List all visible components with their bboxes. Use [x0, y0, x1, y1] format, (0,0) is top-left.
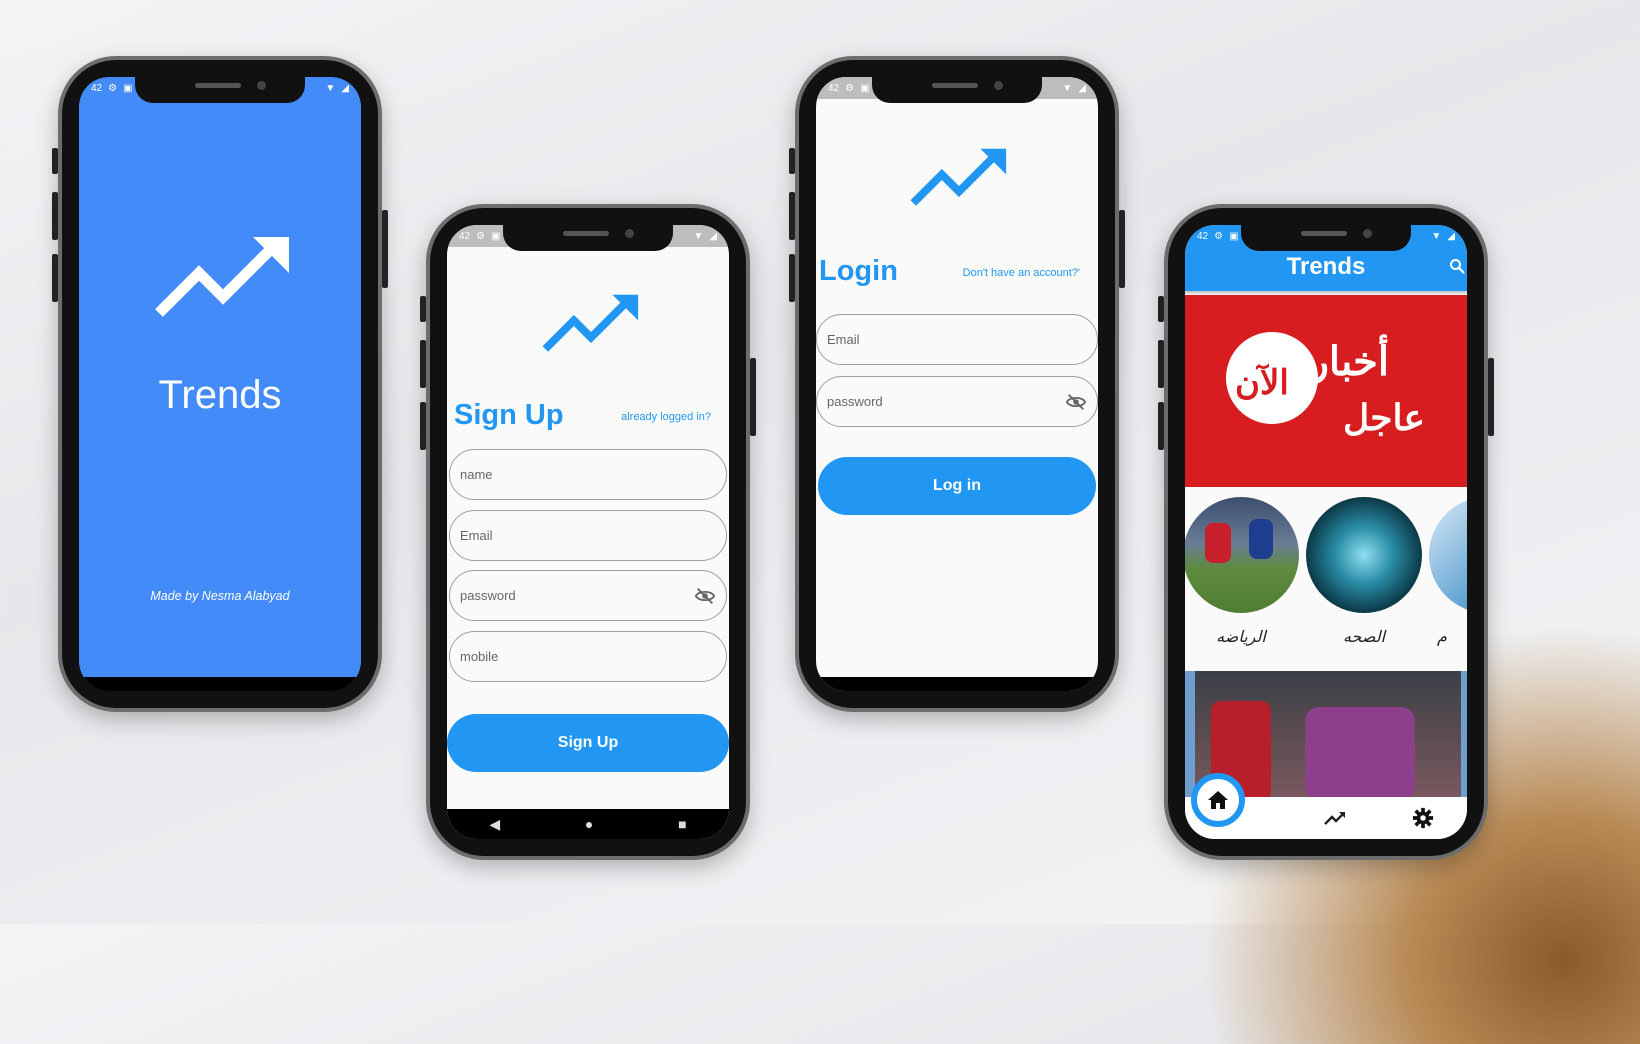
- notch: [503, 225, 673, 251]
- breaking-news-banner[interactable]: الآن أخبار عاجل: [1185, 295, 1467, 487]
- email-field[interactable]: Email: [449, 510, 727, 561]
- wifi-icon: ▼: [693, 230, 704, 242]
- settings-icon[interactable]: [1412, 807, 1434, 829]
- splash-title: Trends: [158, 373, 282, 417]
- recents-icon[interactable]: ■: [678, 816, 686, 832]
- wifi-icon: ▼: [1431, 230, 1442, 242]
- splash-screen: 42 ⚙ ▣ ▼ ◢ Trends Made by Nesma Alabyad: [79, 77, 361, 691]
- settings-icon: ⚙: [476, 230, 486, 242]
- notch: [135, 77, 305, 103]
- home-circle-icon[interactable]: ●: [585, 816, 593, 832]
- image-icon: ▣: [1229, 230, 1239, 242]
- category-label: الصحه: [1342, 629, 1386, 646]
- search-icon[interactable]: [1449, 258, 1465, 274]
- notch: [872, 77, 1042, 103]
- category-image: [1429, 497, 1467, 613]
- trend-arrow-icon: [155, 237, 289, 317]
- login-title: Login: [819, 255, 898, 287]
- category-more[interactable]: م: [1429, 497, 1467, 647]
- already-logged-in-link[interactable]: already logged in?: [621, 411, 711, 423]
- password-placeholder: password: [827, 394, 883, 409]
- trend-arrow-icon: [542, 294, 639, 352]
- banner-now-text: الآن: [1235, 364, 1289, 402]
- login-screen: 42 ⚙ ▣ ▼ ◢ Login Don't have an account?' Em…: [816, 77, 1098, 691]
- email-placeholder: Email: [460, 528, 493, 543]
- category-label: الرياضه: [1216, 629, 1266, 646]
- category-sports[interactable]: الرياضه: [1185, 497, 1299, 647]
- mobile-placeholder: mobile: [460, 649, 499, 664]
- signup-title: Sign Up: [454, 399, 564, 431]
- banner-news-text: أخبار: [1309, 340, 1389, 384]
- phone-splash: 42 ⚙ ▣ ▼ ◢ Trends Made by Nesma Alabyad: [52, 56, 388, 712]
- home-nav-button[interactable]: [1191, 773, 1245, 827]
- dont-have-account-link[interactable]: Don't have an account?': [963, 267, 1080, 279]
- trend-arrow-icon: [910, 148, 1007, 206]
- name-placeholder: name: [460, 467, 493, 482]
- banner-urgent-text: عاجل: [1343, 397, 1425, 438]
- health-image: [1306, 497, 1422, 613]
- system-nav-bar: [816, 677, 1098, 691]
- category-label: م: [1437, 629, 1447, 646]
- status-time: 42: [91, 82, 103, 94]
- mobile-field[interactable]: mobile: [449, 631, 727, 682]
- password-field[interactable]: password: [816, 376, 1098, 427]
- password-placeholder: password: [460, 588, 516, 603]
- home-icon: [1208, 791, 1228, 809]
- trending-icon[interactable]: [1323, 810, 1347, 826]
- signup-screen: 42 ⚙ ▣ ▼ ◢ Sign Up already logged in? name …: [447, 225, 729, 839]
- app-title: Trends: [1286, 253, 1366, 280]
- name-field[interactable]: name: [449, 449, 727, 500]
- email-field[interactable]: Email: [816, 314, 1098, 365]
- signup-button[interactable]: Sign Up: [447, 714, 729, 772]
- battery-icon: ◢: [1447, 230, 1455, 242]
- status-time: 42: [1197, 230, 1209, 242]
- image-icon: ▣: [860, 82, 870, 94]
- system-nav-bar: ◀ ● ■: [447, 809, 729, 839]
- visibility-off-icon[interactable]: [1065, 391, 1087, 413]
- settings-icon: ⚙: [845, 82, 855, 94]
- phone-login: 42 ⚙ ▣ ▼ ◢ Login Don't have an account?' Em…: [789, 56, 1125, 712]
- sports-image: [1185, 497, 1299, 613]
- back-icon[interactable]: ◀: [489, 816, 500, 833]
- category-health[interactable]: الصحه: [1306, 497, 1422, 647]
- battery-icon: ◢: [341, 82, 349, 94]
- phone-home: 42 ⚙ ▣ ▼ ◢ Trends الآن أخبار عاجل الرياضه: [1158, 204, 1494, 860]
- notch: [1241, 225, 1411, 251]
- status-time: 42: [828, 82, 840, 94]
- login-button[interactable]: Log in: [818, 457, 1096, 515]
- image-icon: ▣: [491, 230, 501, 242]
- email-placeholder: Email: [827, 332, 860, 347]
- battery-icon: ◢: [709, 230, 717, 242]
- password-field[interactable]: password: [449, 570, 727, 621]
- settings-icon: ⚙: [108, 82, 118, 94]
- wifi-icon: ▼: [325, 82, 336, 94]
- splash-credit: Made by Nesma Alabyad: [150, 589, 290, 603]
- visibility-off-icon[interactable]: [694, 585, 716, 607]
- wifi-icon: ▼: [1062, 82, 1073, 94]
- settings-icon: ⚙: [1214, 230, 1224, 242]
- battery-icon: ◢: [1078, 82, 1086, 94]
- home-screen: 42 ⚙ ▣ ▼ ◢ Trends الآن أخبار عاجل الرياضه: [1185, 225, 1467, 839]
- status-time: 42: [459, 230, 471, 242]
- phone-signup: 42 ⚙ ▣ ▼ ◢ Sign Up already logged in? name …: [420, 204, 756, 860]
- system-nav-bar: [79, 677, 361, 691]
- image-icon: ▣: [123, 82, 133, 94]
